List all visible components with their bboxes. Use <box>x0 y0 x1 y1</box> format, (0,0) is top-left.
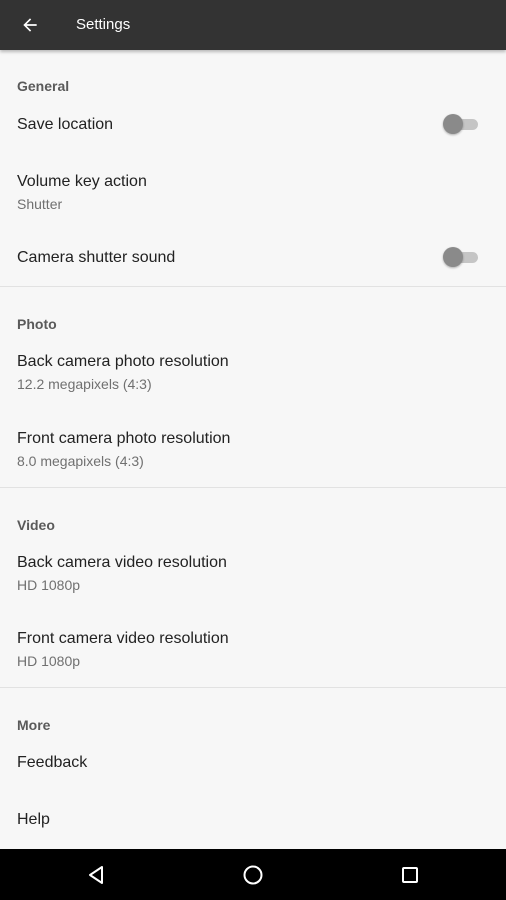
section-header-photo: Photo <box>17 316 57 332</box>
nav-home-button[interactable] <box>235 857 271 893</box>
section-divider <box>0 687 506 688</box>
setting-value: Shutter <box>17 196 63 212</box>
setting-feedback[interactable]: Feedback <box>0 742 506 790</box>
setting-volume-key-action[interactable]: Volume key action Shutter <box>0 160 506 216</box>
setting-title: Front camera photo resolution <box>17 430 231 447</box>
setting-back-camera-photo-resolution[interactable]: Back camera photo resolution 12.2 megapi… <box>0 340 506 400</box>
setting-title: Back camera video resolution <box>17 554 227 571</box>
setting-help[interactable]: Help <box>0 799 506 847</box>
setting-back-camera-video-resolution[interactable]: Back camera video resolution HD 1080p <box>0 541 506 601</box>
section-divider <box>0 487 506 488</box>
section-header-more: More <box>17 717 51 733</box>
setting-front-camera-video-resolution[interactable]: Front camera video resolution HD 1080p <box>0 617 506 677</box>
setting-value: 8.0 megapixels (4:3) <box>17 453 144 469</box>
setting-title: Save location <box>17 116 114 133</box>
setting-title: Camera shutter sound <box>17 249 176 266</box>
back-button[interactable] <box>12 7 48 43</box>
section-header-video: Video <box>17 517 55 533</box>
page-title: Settings <box>76 16 131 33</box>
section-divider <box>0 286 506 287</box>
setting-front-camera-photo-resolution[interactable]: Front camera photo resolution 8.0 megapi… <box>0 417 506 477</box>
system-nav-bar <box>0 849 506 900</box>
nav-back-triangle-icon <box>89 866 103 884</box>
settings-list[interactable]: General Save location Volume key action … <box>0 50 506 849</box>
nav-home-circle-icon <box>243 865 263 885</box>
section-header-general: General <box>17 78 70 94</box>
nav-recents-square-icon <box>402 867 418 883</box>
camera-settings-screen: Settings General Save location Volume ke… <box>0 0 506 900</box>
save-location-toggle[interactable] <box>443 114 479 134</box>
nav-recents-button[interactable] <box>392 857 428 893</box>
setting-title: Volume key action <box>17 173 147 190</box>
toggle-thumb <box>443 114 463 134</box>
setting-title: Back camera photo resolution <box>17 353 229 370</box>
setting-title: Help <box>17 811 50 828</box>
setting-title: Front camera video resolution <box>17 630 229 647</box>
app-bar: Settings <box>0 0 506 50</box>
setting-value: HD 1080p <box>17 577 81 593</box>
setting-camera-shutter-sound[interactable]: Camera shutter sound <box>0 235 506 283</box>
shutter-sound-toggle[interactable] <box>443 247 479 267</box>
setting-value: HD 1080p <box>17 653 81 669</box>
nav-back-button[interactable] <box>78 857 114 893</box>
arrow-back-icon <box>23 18 37 32</box>
toggle-thumb <box>443 247 463 267</box>
setting-save-location[interactable]: Save location <box>0 100 506 148</box>
setting-value: 12.2 megapixels (4:3) <box>17 376 152 392</box>
setting-title: Feedback <box>17 754 88 771</box>
